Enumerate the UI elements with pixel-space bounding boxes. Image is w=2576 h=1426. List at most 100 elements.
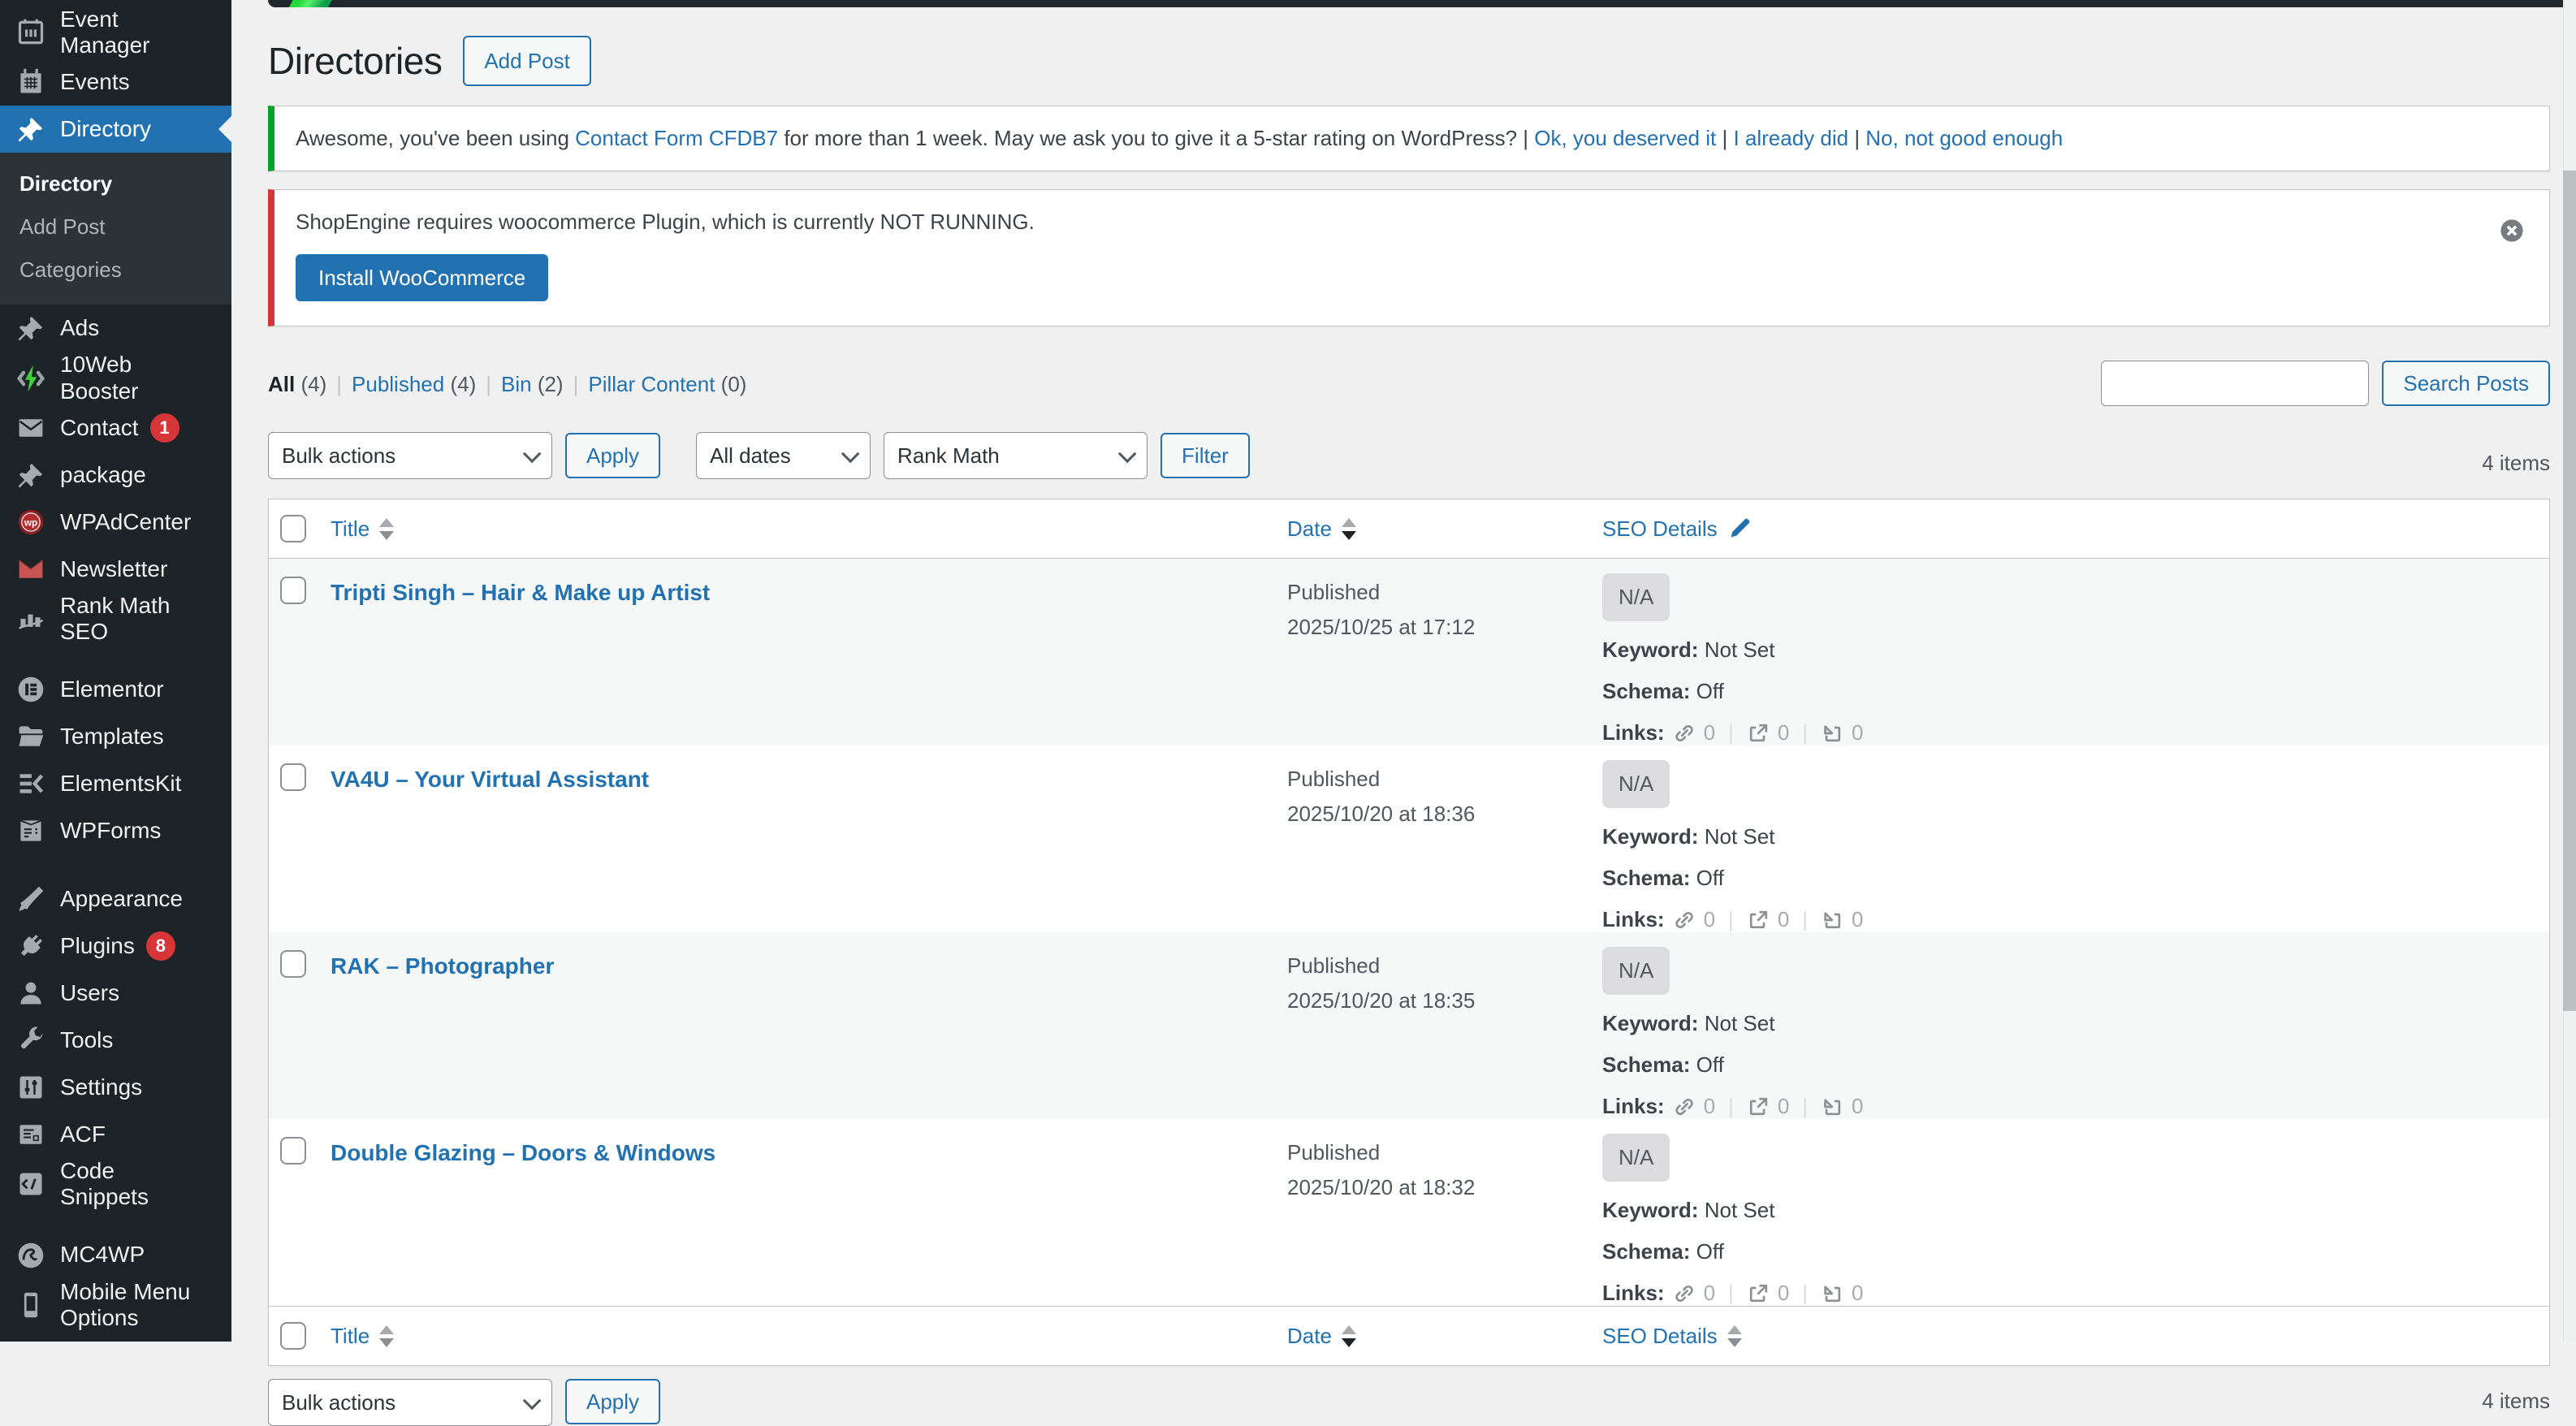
posts-table: Title Date SEO Details Tripti Singh – Ha… [268,499,2550,1366]
view-count: (4) [450,372,476,396]
wrench-icon [16,1026,45,1055]
rating-notice-text-2: for more than 1 week. May we ask you to … [778,126,1534,150]
sort-arrows-icon [379,518,394,540]
user-icon [16,979,45,1008]
sidebar-subitem-directory[interactable]: Directory [0,162,231,205]
sidebar-item-label: Ads [60,315,99,341]
column-header-date[interactable]: Date [1287,516,1602,542]
post-title-link[interactable]: VA4U – Your Virtual Assistant [331,767,649,792]
title-cell: RAK – Photographer [331,932,1287,1119]
sidebar-item-directory[interactable]: Directory [0,106,231,153]
post-title-link[interactable]: Tripti Singh – Hair & Make up Artist [331,580,710,605]
post-status: Published [1287,765,1602,793]
column-footer-seo[interactable]: SEO Details [1602,1324,2549,1349]
row-checkbox[interactable] [280,763,306,791]
row-checkbox[interactable] [280,577,306,604]
sidebar-subitem-add-post[interactable]: Add Post [0,205,231,248]
column-footer-title[interactable]: Title [331,1324,1287,1349]
install-woocommerce-button[interactable]: Install WooCommerce [296,254,548,301]
speed-bolt-icon [16,364,45,393]
sidebar-item-newsletter[interactable]: Newsletter [0,546,231,593]
view-link-pillar-content[interactable]: Pillar Content [588,372,715,396]
column-footer-date[interactable]: Date [1287,1324,1602,1349]
sidebar-item-plugins[interactable]: Plugins8 [0,923,231,970]
seo-keyword-line: Keyword: Not Set [1602,637,2549,663]
sidebar-item-wpadcenter[interactable]: wpWPAdCenter [0,499,231,546]
link-count: 0 [1778,1094,1789,1119]
column-header-seo[interactable]: SEO Details [1602,516,2549,542]
sidebar-subitem-categories[interactable]: Categories [0,248,231,292]
plugin-link[interactable]: Contact Form CFDB7 [575,126,778,150]
sidebar-item-package[interactable]: package [0,452,231,499]
sidebar-item-users[interactable]: Users [0,970,231,1017]
sidebar-item-mobile-menu-options[interactable]: Mobile Menu Options [0,1279,231,1331]
sidebar-item-label: Directory [60,116,151,142]
brush-icon [16,884,45,914]
sidebar-item-label: Appearance [60,886,183,912]
sidebar-item-events[interactable]: Events [0,58,231,106]
rating-link-not-good[interactable]: No, not good enough [1865,126,2063,150]
row-checkbox[interactable] [280,1137,306,1165]
sidebar-item-code-snippets[interactable]: Code Snippets [0,1158,231,1210]
sidebar-item-label: Settings [60,1074,142,1100]
sidebar-item-10web-booster[interactable]: 10Web Booster [0,352,231,404]
rating-link-already-did[interactable]: I already did [1733,126,1848,150]
view-link-published[interactable]: Published [352,372,444,396]
sidebar-item-elementor[interactable]: Elementor [0,666,231,713]
chevron-down-icon [1118,445,1137,464]
apply-button[interactable]: Apply [565,433,660,478]
seo-keyword-label: Keyword: [1602,824,1698,849]
dismiss-notice-icon[interactable] [2499,218,2525,244]
search-input[interactable] [2101,361,2369,406]
seo-schema-label: Schema: [1602,679,1690,703]
view-count: (0) [721,372,747,396]
sidebar-item-tools[interactable]: Tools [0,1017,231,1064]
scrollbar-track[interactable] [2563,0,2576,1342]
post-title-link[interactable]: RAK – Photographer [331,953,554,979]
link-separator: | [1723,1094,1739,1119]
column-title-label: Title [331,516,370,542]
sidebar-item-mc4wp[interactable]: MC4WP [0,1232,231,1279]
sidebar-item-contact[interactable]: Contact1 [0,404,231,452]
sidebar-item-settings[interactable]: Settings [0,1064,231,1111]
post-status: Published [1287,1139,1602,1167]
apply-button-bottom[interactable]: Apply [565,1379,660,1424]
search-posts-button[interactable]: Search Posts [2382,361,2550,406]
sort-arrows-icon [379,1325,394,1347]
seo-links-label: Links: [1602,720,1665,745]
sidebar-item-rank-math-seo[interactable]: Rank Math SEO [0,593,231,645]
scrollbar-thumb[interactable] [2563,171,2576,1011]
calendar-icon [16,18,45,47]
rating-link-deserved[interactable]: Ok, you deserved it [1534,126,1716,150]
view-link-bin[interactable]: Bin [501,372,532,396]
row-checkbox[interactable] [280,950,306,978]
bulk-actions-select-bottom[interactable]: Bulk actions [268,1379,552,1426]
sidebar-item-elementskit[interactable]: ElementsKit [0,760,231,807]
filter-button[interactable]: Filter [1160,433,1250,478]
dates-filter-select[interactable]: All dates [696,432,871,479]
view-count: (2) [538,372,564,396]
column-header-title[interactable]: Title [331,516,1287,542]
sidebar-item-event-manager[interactable]: Event Manager [0,6,231,58]
rank-math-filter-select[interactable]: Rank Math [884,432,1148,479]
table-row: Tripti Singh – Hair & Make up ArtistPubl… [269,559,2549,745]
sidebar-item-acf[interactable]: ACF [0,1111,231,1158]
update-count-badge: 1 [150,413,179,443]
seo-schema-line: Schema: Off [1602,679,2549,704]
view-link-all[interactable]: All [268,372,295,396]
link-separator: | [1797,720,1813,745]
seo-schema-value: Off [1696,1239,1724,1264]
add-post-button[interactable]: Add Post [463,36,591,86]
post-title-link[interactable]: Double Glazing – Doors & Windows [331,1140,715,1165]
sidebar-item-templates[interactable]: Templates [0,713,231,760]
bulk-actions-select[interactable]: Bulk actions [268,432,552,479]
edit-pencil-icon[interactable] [1727,516,1752,541]
select-all-checkbox[interactable] [280,1322,306,1350]
sidebar-item-appearance[interactable]: Appearance [0,875,231,923]
sidebar-item-wpforms[interactable]: WPForms [0,807,231,854]
sidebar-item-ads[interactable]: Ads [0,305,231,352]
select-all-checkbox[interactable] [280,515,306,542]
date-cell: Published2025/10/20 at 18:35 [1287,932,1602,1119]
seo-score-badge: N/A [1602,947,1670,995]
seo-links-label: Links: [1602,1094,1665,1119]
